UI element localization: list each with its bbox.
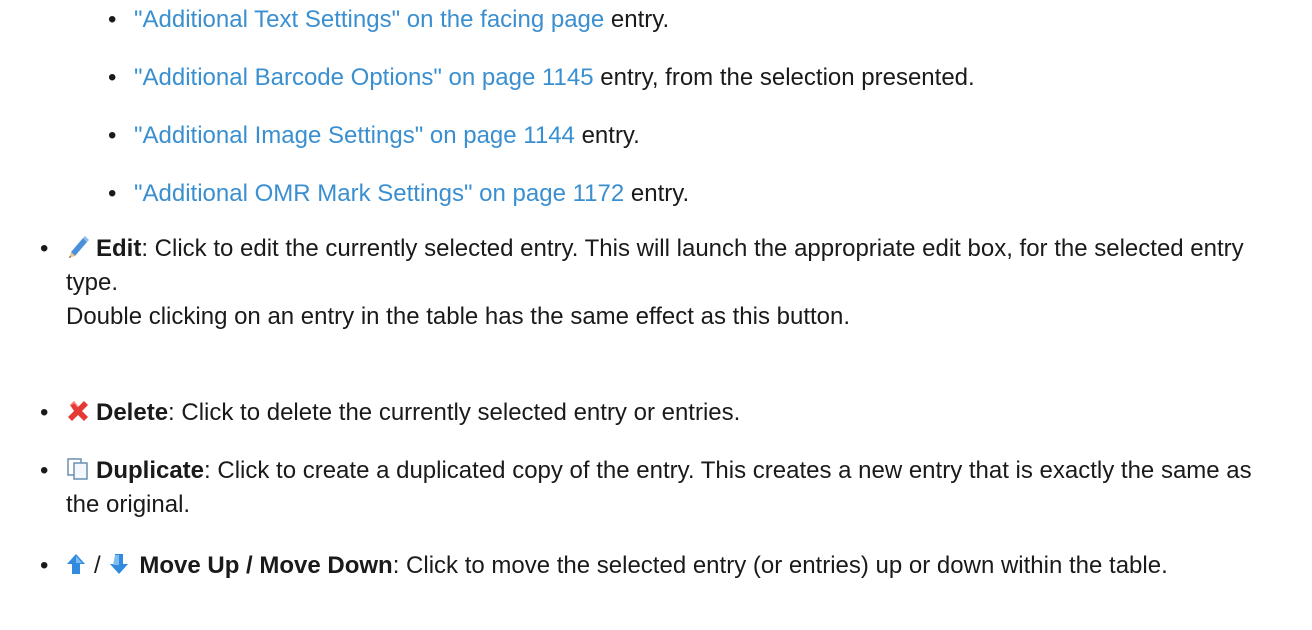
- delete-description: • Delete: Click to delete the currently …: [40, 396, 1290, 454]
- bullet: •: [40, 457, 49, 484]
- bullet: •: [108, 180, 117, 207]
- bullet: •: [108, 64, 117, 91]
- pencil-icon: [66, 235, 90, 259]
- delete-text: : Click to delete the currently selected…: [168, 399, 741, 426]
- copy-icon: [66, 457, 90, 481]
- edit-label: Edit: [96, 235, 142, 262]
- duplicate-label: Duplicate: [96, 457, 205, 484]
- list-item-suffix: entry, from the selection presented.: [593, 64, 975, 91]
- link-additional-text-settings[interactable]: "Additional Text Settings" on the facing…: [134, 6, 604, 33]
- arrow-down-icon: [109, 552, 133, 576]
- bullet: •: [108, 6, 117, 33]
- list-item-suffix: entry.: [624, 180, 690, 207]
- toolbar-button-descriptions: • Edit: Click to edit the currently sele…: [40, 232, 1290, 629]
- edit-description: • Edit: Click to edit the currently sele…: [40, 232, 1290, 396]
- move-separator: /: [94, 552, 101, 579]
- bullet: •: [40, 552, 49, 579]
- edit-text: : Click to edit the currently selected e…: [66, 235, 1244, 296]
- list-item: • "Additional Text Settings" on the faci…: [108, 2, 975, 60]
- bullet: •: [40, 235, 49, 262]
- delete-label: Delete: [96, 399, 169, 426]
- link-additional-barcode-options[interactable]: "Additional Barcode Options" on page 114…: [134, 64, 594, 91]
- list-item-suffix: entry.: [574, 122, 640, 149]
- list-item: • "Additional Image Settings" on page 11…: [108, 118, 975, 176]
- move-label: Move Up / Move Down: [139, 552, 393, 579]
- move-text: : Click to move the selected entry (or e…: [392, 552, 1168, 579]
- move-description: • / Move Up / Move Down: Click to move t…: [40, 549, 1290, 629]
- bullet: •: [40, 399, 49, 426]
- duplicate-description: • Duplicate: Click to create a duplicate…: [40, 454, 1290, 549]
- list-item: • "Additional OMR Mark Settings" on page…: [108, 176, 975, 234]
- list-item-suffix: entry.: [604, 6, 670, 33]
- link-additional-omr-mark-settings[interactable]: "Additional OMR Mark Settings" on page 1…: [134, 180, 624, 207]
- document-page: • "Additional Text Settings" on the faci…: [0, 0, 1312, 630]
- bullet: •: [108, 122, 117, 149]
- edit-note: Double clicking on an entry in the table…: [66, 303, 851, 330]
- arrow-up-icon: [66, 552, 90, 576]
- red-x-icon: [66, 399, 90, 423]
- duplicate-text: : Click to create a duplicated copy of t…: [66, 457, 1252, 518]
- sub-entry-list: • "Additional Text Settings" on the faci…: [108, 2, 975, 234]
- list-item: • "Additional Barcode Options" on page 1…: [108, 60, 975, 118]
- link-additional-image-settings[interactable]: "Additional Image Settings" on page 1144: [134, 122, 575, 149]
